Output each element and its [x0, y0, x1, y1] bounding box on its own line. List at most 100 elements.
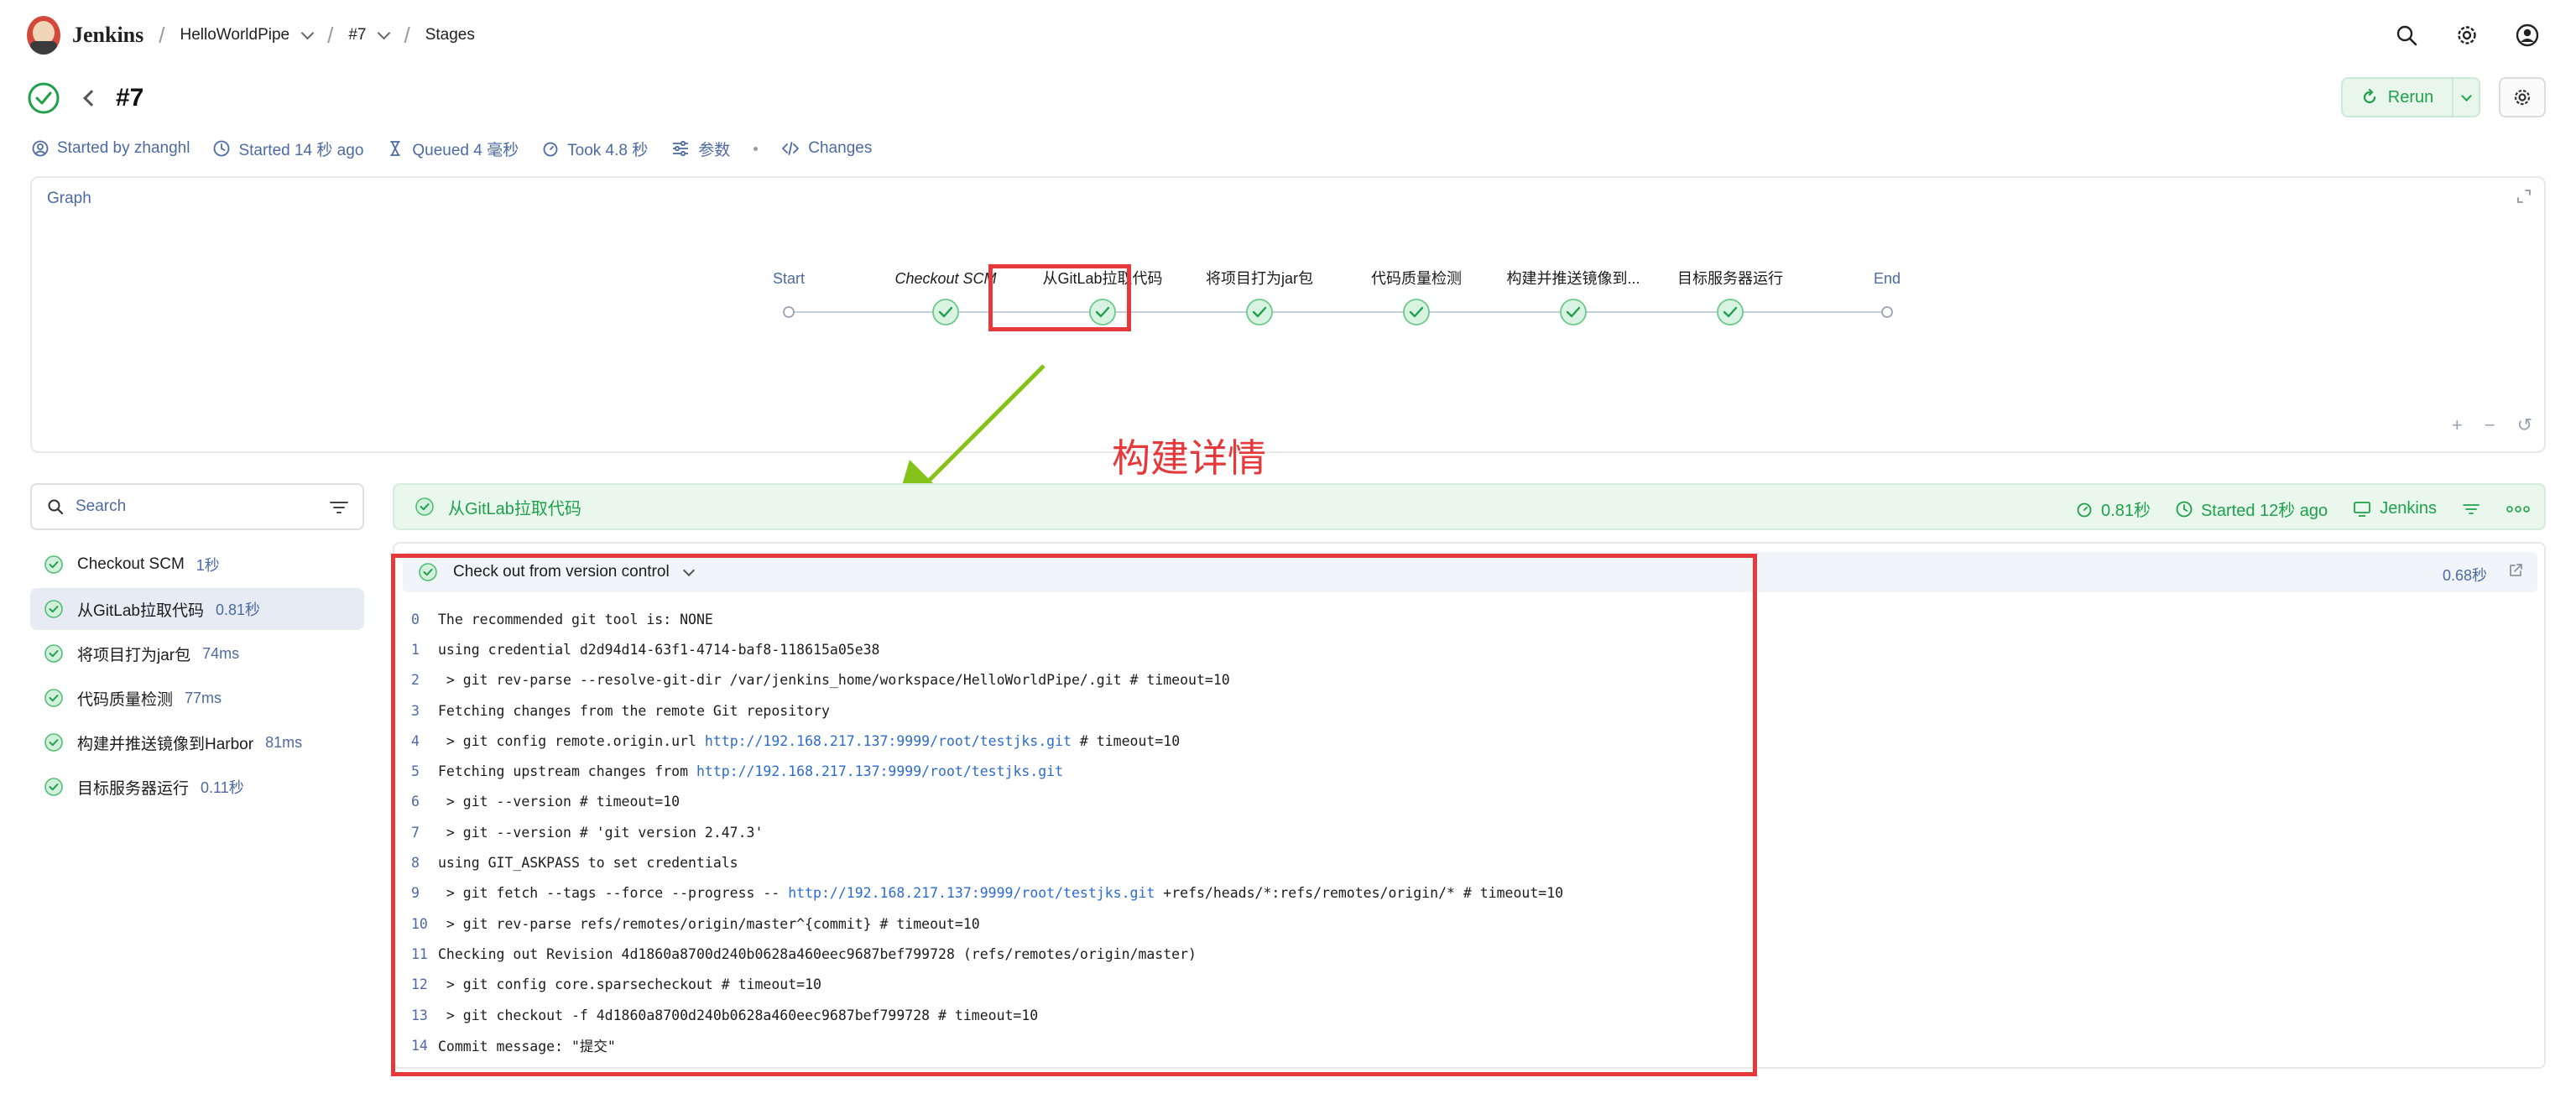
- success-node-icon: [1403, 299, 1430, 325]
- account-icon[interactable]: [2512, 20, 2542, 50]
- graph-zoom-controls: + − ↺: [2452, 414, 2532, 436]
- brand-name[interactable]: Jenkins: [72, 23, 143, 48]
- success-node-icon: [932, 299, 959, 325]
- pipeline-node-1[interactable]: Checkout SCM: [894, 270, 997, 325]
- breadcrumb-stages[interactable]: Stages: [425, 26, 475, 44]
- started-time: Started 14 秒 ago: [213, 138, 363, 160]
- pipeline-node-0: Start: [773, 270, 805, 318]
- success-status-icon: [44, 689, 63, 707]
- chevron-down-icon[interactable]: [378, 26, 391, 39]
- stage-list-item-name: 从GitLab拉取代码: [77, 601, 204, 620]
- endpoint-marker: [1881, 306, 1893, 318]
- highlight-box-log: [391, 554, 1757, 1076]
- hourglass-icon: [390, 141, 401, 156]
- reset-zoom-button[interactable]: ↺: [2517, 414, 2532, 436]
- success-status-icon: [44, 778, 63, 796]
- breadcrumb-build[interactable]: #7: [348, 26, 391, 44]
- parameters-link[interactable]: 参数: [671, 138, 730, 160]
- stage-list-item[interactable]: 构建并推送镜像到Harbor 81ms: [30, 721, 364, 763]
- stage-duration: 0.81秒: [2076, 497, 2151, 521]
- stage-name: 从GitLab拉取代码: [448, 499, 581, 518]
- back-chevron-icon[interactable]: [83, 90, 100, 107]
- rerun-group: Rerun: [2341, 77, 2480, 117]
- stage-list-item-duration: 0.81秒: [215, 601, 261, 618]
- pipeline-node-label: 构建并推送镜像到...: [1506, 270, 1640, 287]
- stage-list-item[interactable]: 代码质量检测 77ms: [30, 677, 364, 719]
- chevron-down-icon[interactable]: [300, 26, 315, 39]
- pipeline-node-7: End: [1874, 270, 1901, 318]
- pipeline-node-label: 将项目打为jar包: [1206, 270, 1313, 287]
- build-meta-row: Started by zhanghl Started 14 秒 ago Queu…: [32, 136, 872, 161]
- stage-list-item-name: 目标服务器运行: [77, 779, 190, 798]
- endpoint-marker: [783, 306, 795, 318]
- jenkins-logo-icon[interactable]: [27, 16, 60, 55]
- stage-list-item-duration: 0.11秒: [201, 779, 244, 796]
- pipeline-node-label: 目标服务器运行: [1677, 270, 1783, 287]
- stage-list-item[interactable]: 目标服务器运行 0.11秒: [30, 766, 364, 808]
- more-options-icon[interactable]: [2506, 505, 2531, 513]
- stage-list-item-name: 代码质量检测: [77, 690, 174, 709]
- timer-icon: [2077, 502, 2092, 517]
- pipeline-node-6[interactable]: 目标服务器运行: [1677, 270, 1783, 325]
- build-title-row: #7: [27, 79, 143, 117]
- success-status-icon: [28, 82, 60, 114]
- pipeline-node-4[interactable]: 代码质量检测: [1371, 270, 1462, 325]
- pipeline-graph: Start Checkout SCM 从GitLab拉取代码 将项目打为jar包 代码质…: [773, 270, 1901, 325]
- rerun-button[interactable]: Rerun: [2341, 77, 2453, 117]
- timer-icon: [543, 142, 558, 157]
- stage-list-item[interactable]: Checkout SCM 1秒: [30, 544, 364, 586]
- stage-list-item[interactable]: 从GitLab拉取代码 0.81秒: [30, 588, 364, 630]
- highlight-box-stage: [988, 264, 1131, 331]
- open-external-icon[interactable]: [2507, 562, 2524, 583]
- rerun-icon: [2363, 89, 2375, 104]
- page-title: #7: [116, 84, 144, 112]
- stage-list-item-name: 构建并推送镜像到Harbor: [77, 735, 254, 753]
- stage-search[interactable]: [30, 483, 364, 530]
- success-node-icon: [1717, 299, 1744, 325]
- user-icon: [32, 140, 49, 157]
- stage-agent[interactable]: Jenkins: [2353, 499, 2437, 518]
- stage-detail-header: 从GitLab拉取代码 0.81秒 Started 12秒 ago Jenkin…: [393, 483, 2546, 530]
- search-icon[interactable]: [2391, 20, 2422, 50]
- changes-link[interactable]: Changes: [781, 139, 872, 158]
- stage-list-item-duration: 74ms: [202, 644, 240, 662]
- build-settings-button[interactable]: [2499, 77, 2546, 117]
- settings-icon[interactable]: [2452, 20, 2482, 50]
- sliders-icon: [673, 140, 689, 157]
- stage-list-item-name: 将项目打为jar包: [77, 646, 191, 664]
- search-icon: [48, 499, 64, 515]
- stage-list: Checkout SCM 1秒从GitLab拉取代码 0.81秒将项目打为jar包 7…: [30, 544, 364, 810]
- monitor-icon: [2354, 501, 2371, 517]
- code-icon: [782, 142, 800, 155]
- settings-icon: [2514, 89, 2531, 106]
- stage-list-item-duration: 1秒: [196, 557, 220, 574]
- annotation-label: 构建详情: [1112, 435, 1266, 481]
- pipeline-node-5[interactable]: 构建并推送镜像到...: [1506, 270, 1640, 325]
- zoom-in-button[interactable]: +: [2452, 414, 2463, 436]
- filter-icon[interactable]: [329, 498, 349, 521]
- stage-list-item-name: Checkout SCM: [77, 555, 185, 573]
- rerun-menu-button[interactable]: [2453, 77, 2480, 117]
- pipeline-node-label: Checkout SCM: [894, 270, 996, 287]
- search-input[interactable]: [76, 497, 310, 516]
- success-status-icon: [44, 555, 63, 574]
- stage-list-item-duration: 77ms: [185, 689, 222, 706]
- clock-icon: [2176, 501, 2193, 517]
- started-by[interactable]: Started by zhanghl: [32, 139, 190, 158]
- zoom-out-button[interactable]: −: [2485, 414, 2495, 436]
- filter-icon[interactable]: [2462, 502, 2480, 517]
- chevron-down-icon: [2460, 90, 2472, 102]
- stage-started: Started 12秒 ago: [2176, 497, 2328, 521]
- stage-list-item[interactable]: 将项目打为jar包 74ms: [30, 633, 364, 674]
- success-status-icon: [44, 733, 63, 752]
- pipeline-node-label: 代码质量检测: [1371, 270, 1462, 287]
- top-bar: Jenkins / HelloWorldPipe / #7 / Stages: [0, 0, 2576, 70]
- breadcrumb-job[interactable]: HelloWorldPipe: [180, 26, 315, 44]
- step-duration: 0.68秒: [2442, 567, 2487, 584]
- success-status-icon: [415, 497, 434, 516]
- pipeline-node-3[interactable]: 将项目打为jar包: [1206, 270, 1313, 325]
- success-status-icon: [44, 644, 63, 663]
- took-time: Took 4.8 秒: [542, 138, 648, 160]
- success-node-icon: [1560, 299, 1587, 325]
- success-node-icon: [1246, 299, 1273, 325]
